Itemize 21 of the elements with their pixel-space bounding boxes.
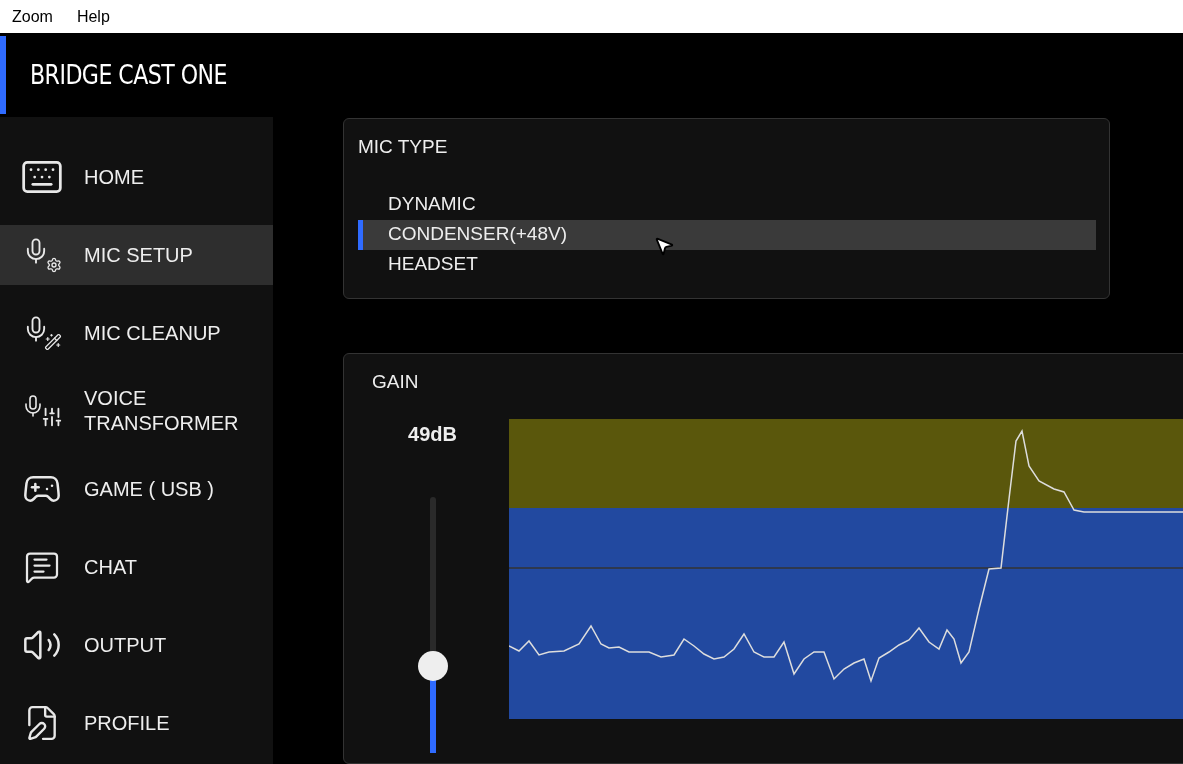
gain-reading: 49dB: [408, 421, 457, 447]
selection-marker: [358, 219, 363, 250]
sidebar-item[interactable]: MIC CLEANUP: [0, 303, 273, 363]
pointer-icon: [653, 235, 675, 257]
sidebar-item[interactable]: VOICE TRANSFORMER: [0, 381, 273, 441]
menu-item[interactable]: Zoom: [12, 4, 53, 29]
mic-type-option[interactable]: DYNAMIC: [358, 189, 1096, 220]
sidebar-item[interactable]: PROFILE: [0, 693, 273, 753]
sidebar-item[interactable]: MIC SETUP: [0, 225, 273, 285]
gain-slider[interactable]: [417, 496, 448, 753]
card-title: MIC TYPE: [358, 136, 448, 157]
mic-type-option[interactable]: CONDENSER(+48V): [358, 219, 1096, 250]
menu-item[interactable]: Help: [76, 4, 110, 29]
slider-thumb[interactable]: [417, 650, 448, 681]
card-title: GAIN: [372, 371, 419, 393]
sidebar-item[interactable]: CHAT: [0, 537, 273, 597]
app-title: BRIDGE CAST ONE: [30, 58, 227, 92]
sidebar-item[interactable]: GAME ( USB ): [0, 459, 273, 519]
sidebar-item[interactable]: HOME: [0, 147, 273, 207]
mic-type-option[interactable]: HEADSET: [358, 249, 1096, 280]
sidebar-item[interactable]: OUTPUT: [0, 615, 273, 675]
